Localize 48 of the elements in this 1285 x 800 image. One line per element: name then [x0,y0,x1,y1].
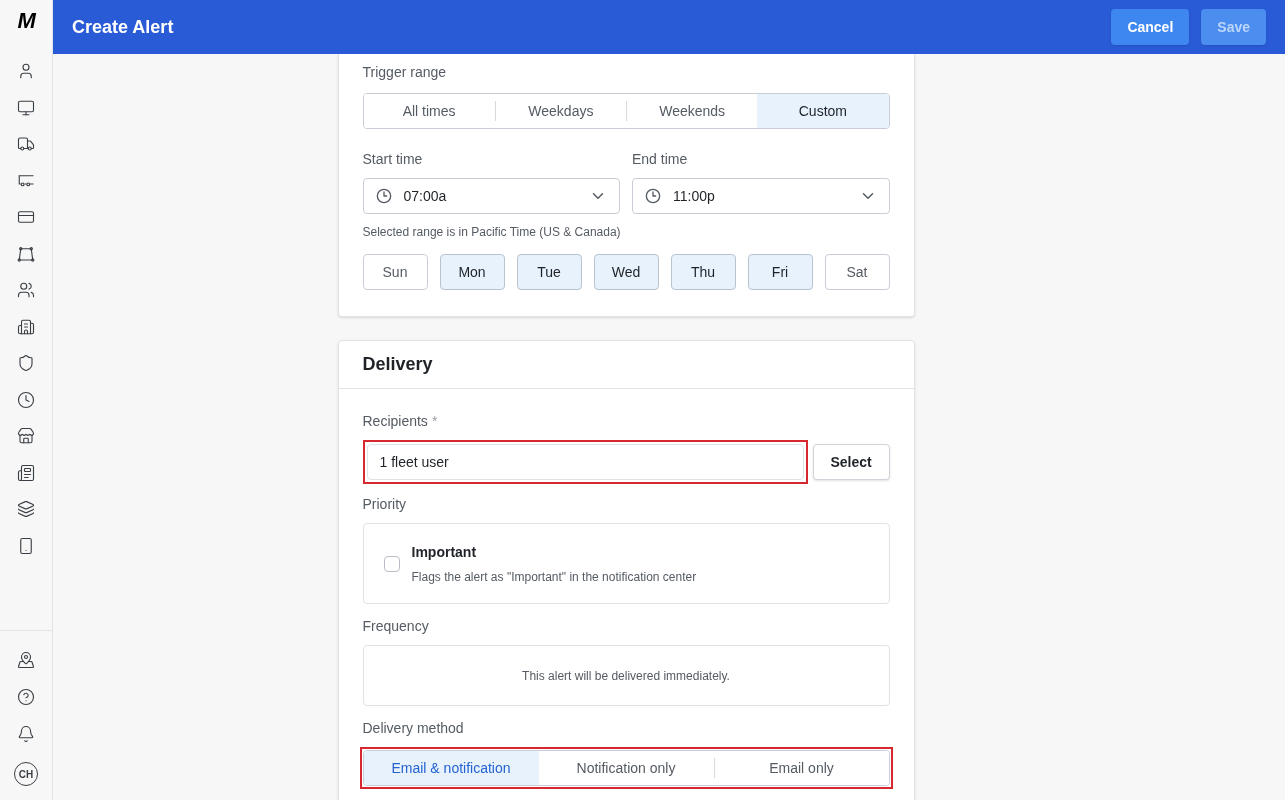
newspaper-icon[interactable] [17,463,35,482]
clock-icon [375,188,392,204]
truck-icon[interactable] [17,135,35,153]
field-label: Priority [362,495,408,514]
checkbox[interactable] [383,555,400,572]
select-button[interactable]: Select [812,444,890,480]
time-select[interactable]: 07:00a [362,178,620,214]
monitor-icon[interactable] [17,98,35,117]
field-label: Recipients [362,412,428,431]
required-mark: * [431,412,438,431]
map-pin-icon[interactable] [17,651,35,669]
timezone-note: Selected range is in Pacific Time (US & Canada) [362,224,622,241]
day-toggle[interactable]: Fri [747,254,813,290]
field-label: Frequency [362,617,430,636]
section-title: Delivery [362,353,433,376]
store-icon[interactable] [17,427,35,445]
segment-tab[interactable]: Custom [757,94,889,128]
users-icon[interactable] [17,281,35,299]
header-button[interactable]: Cancel [1111,9,1190,45]
clock-icon[interactable] [17,390,35,409]
day-toggle[interactable]: Mon [439,254,505,290]
card-icon[interactable] [17,208,35,226]
day-toggle[interactable]: Sat [824,254,890,290]
recipients-field[interactable]: 1 fleet user [366,444,804,480]
time-select[interactable]: 11:00p [632,178,890,214]
page-title: Create Alert [72,15,175,39]
option-description: Flags the alert as "Important" in the notification center [411,568,697,586]
layers-icon[interactable] [17,500,35,518]
day-toggle[interactable]: Thu [670,254,736,290]
field-label: Trigger range [362,63,448,82]
field-label: Start time [362,150,424,169]
polygon-icon[interactable] [17,244,35,263]
user-icon[interactable] [17,62,35,80]
help-icon[interactable] [17,688,35,706]
segment-tab[interactable]: Email & notification [363,751,539,785]
day-toggle[interactable]: Wed [593,254,659,290]
bell-icon[interactable] [17,725,35,743]
frequency-text: This alert will be delivered immediately. [522,667,730,685]
logo: M [17,10,35,32]
option-title: Important [411,542,478,562]
clock-icon [645,188,661,204]
field-label: End time [632,150,689,169]
building-icon[interactable] [17,317,35,336]
shield-icon[interactable] [17,354,35,372]
day-toggle[interactable]: Sun [362,254,428,290]
field-label: Delivery method [362,719,465,738]
day-toggle[interactable]: Tue [516,254,582,290]
smartphone-icon[interactable] [17,536,35,555]
